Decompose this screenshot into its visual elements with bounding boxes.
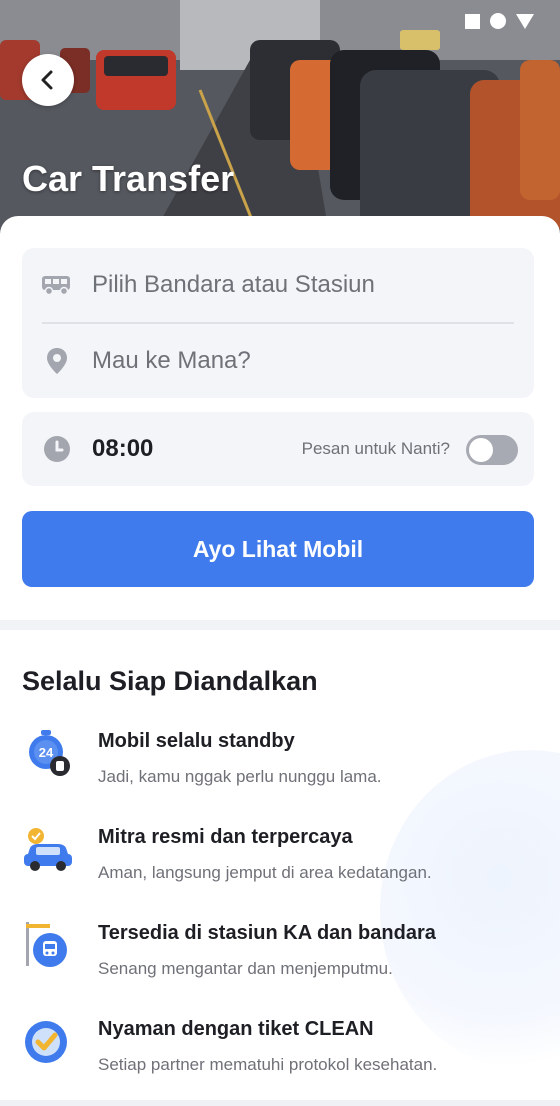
benefit-item: Mitra resmi dan terpercaya Aman, langsun…	[0, 826, 560, 896]
benefit-title: Nyaman dengan tiket CLEAN	[98, 1018, 374, 1040]
square-icon	[465, 13, 480, 29]
back-button[interactable]	[22, 54, 74, 106]
svg-text:24: 24	[39, 745, 54, 760]
benefit-description: Aman, langsung jemput di area kedatangan…	[98, 863, 432, 882]
benefits-section: Selalu Siap Diandalkan 24 Mobil selalu s…	[0, 630, 560, 1106]
benefit-title: Tersedia di stasiun KA dan bandara	[98, 922, 436, 944]
route-box: Pilih Bandara atau Stasiun Mau ke Mana?	[22, 248, 534, 398]
origin-placeholder: Pilih Bandara atau Stasiun	[92, 271, 375, 298]
shuttle-icon	[42, 276, 70, 296]
destination-placeholder: Mau ke Mana?	[92, 347, 251, 374]
bottom-divider	[0, 1100, 560, 1106]
book-later-label: Pesan untuk Nanti?	[301, 439, 450, 458]
clean-check-icon	[25, 1021, 67, 1063]
benefit-item: 24 Mobil selalu standby Jadi, kamu nggak…	[0, 730, 560, 800]
benefit-description: Setiap partner mematuhi protokol kesehat…	[98, 1055, 438, 1074]
section-separator	[0, 620, 560, 630]
benefit-item: Tersedia di stasiun KA dan bandara Senan…	[0, 922, 560, 992]
traffic-photo	[0, 0, 560, 240]
location-pin-icon	[47, 348, 67, 374]
benefit-title: Mitra resmi dan terpercaya	[98, 826, 353, 848]
clock-icon	[44, 436, 70, 462]
book-later-toggle[interactable]	[466, 435, 518, 465]
time-box: 08:00 Pesan untuk Nanti?	[22, 412, 534, 486]
destination-field[interactable]: Mau ke Mana?	[22, 324, 534, 398]
benefit-description: Senang mengantar dan menjemputmu.	[98, 959, 393, 978]
search-card: Pilih Bandara atau Stasiun Mau ke Mana? …	[0, 216, 560, 620]
car-badge-icon	[24, 828, 72, 871]
toggle-knob	[469, 438, 493, 462]
chevron-left-icon	[41, 70, 53, 90]
status-bar-icons	[465, 13, 534, 29]
see-cars-button[interactable]: Ayo Lihat Mobil	[22, 511, 534, 587]
train-station-icon	[26, 922, 67, 967]
benefit-item: Nyaman dengan tiket CLEAN Setiap partner…	[0, 1018, 560, 1088]
triangle-icon	[516, 13, 534, 29]
time-value[interactable]: 08:00	[92, 435, 153, 463]
stopwatch-24-icon: 24	[29, 730, 70, 776]
benefits-title: Selalu Siap Diandalkan	[22, 666, 318, 696]
circle-icon	[490, 13, 506, 29]
hero-banner: Car Transfer	[0, 0, 560, 240]
benefit-title: Mobil selalu standby	[98, 730, 295, 752]
page-title: Car Transfer	[22, 158, 235, 199]
benefit-description: Jadi, kamu nggak perlu nunggu lama.	[98, 767, 382, 786]
origin-field[interactable]: Pilih Bandara atau Stasiun	[22, 248, 534, 322]
